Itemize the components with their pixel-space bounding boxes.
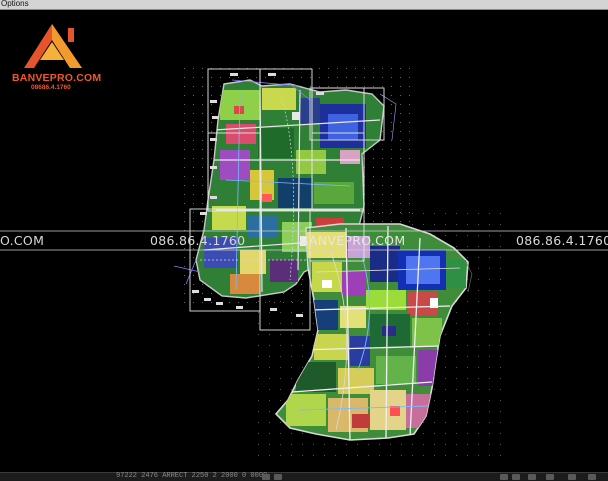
watermark-phone-left: 086.86.4.1760 xyxy=(150,233,246,248)
otrack-icon[interactable] xyxy=(546,474,554,480)
options-menu[interactable]: Options xyxy=(1,0,29,9)
grid-icon[interactable] xyxy=(274,474,282,480)
snap-icon[interactable] xyxy=(262,474,270,480)
polar-icon[interactable] xyxy=(512,474,520,480)
menu-bar: Options xyxy=(0,0,608,10)
brand-name: BANVEPRO.COM xyxy=(12,72,102,84)
brand-phone: 08686.4.1760 xyxy=(31,84,71,91)
watermark-site-center: BANVEPRO.COM xyxy=(300,233,406,248)
lineweight-icon[interactable] xyxy=(568,474,576,480)
house-roof-logo-icon xyxy=(24,24,82,68)
watermark-site-left: O.COM xyxy=(0,233,45,248)
watermark-phone-right: 086.86.4.1760 xyxy=(516,233,608,248)
osnap-icon[interactable] xyxy=(528,474,536,480)
coordinate-readout: 97222 2476 ARRECT 2250 2 2000 0 0000 xyxy=(116,472,268,480)
ortho-icon[interactable] xyxy=(500,474,508,480)
model-icon[interactable] xyxy=(588,474,596,480)
